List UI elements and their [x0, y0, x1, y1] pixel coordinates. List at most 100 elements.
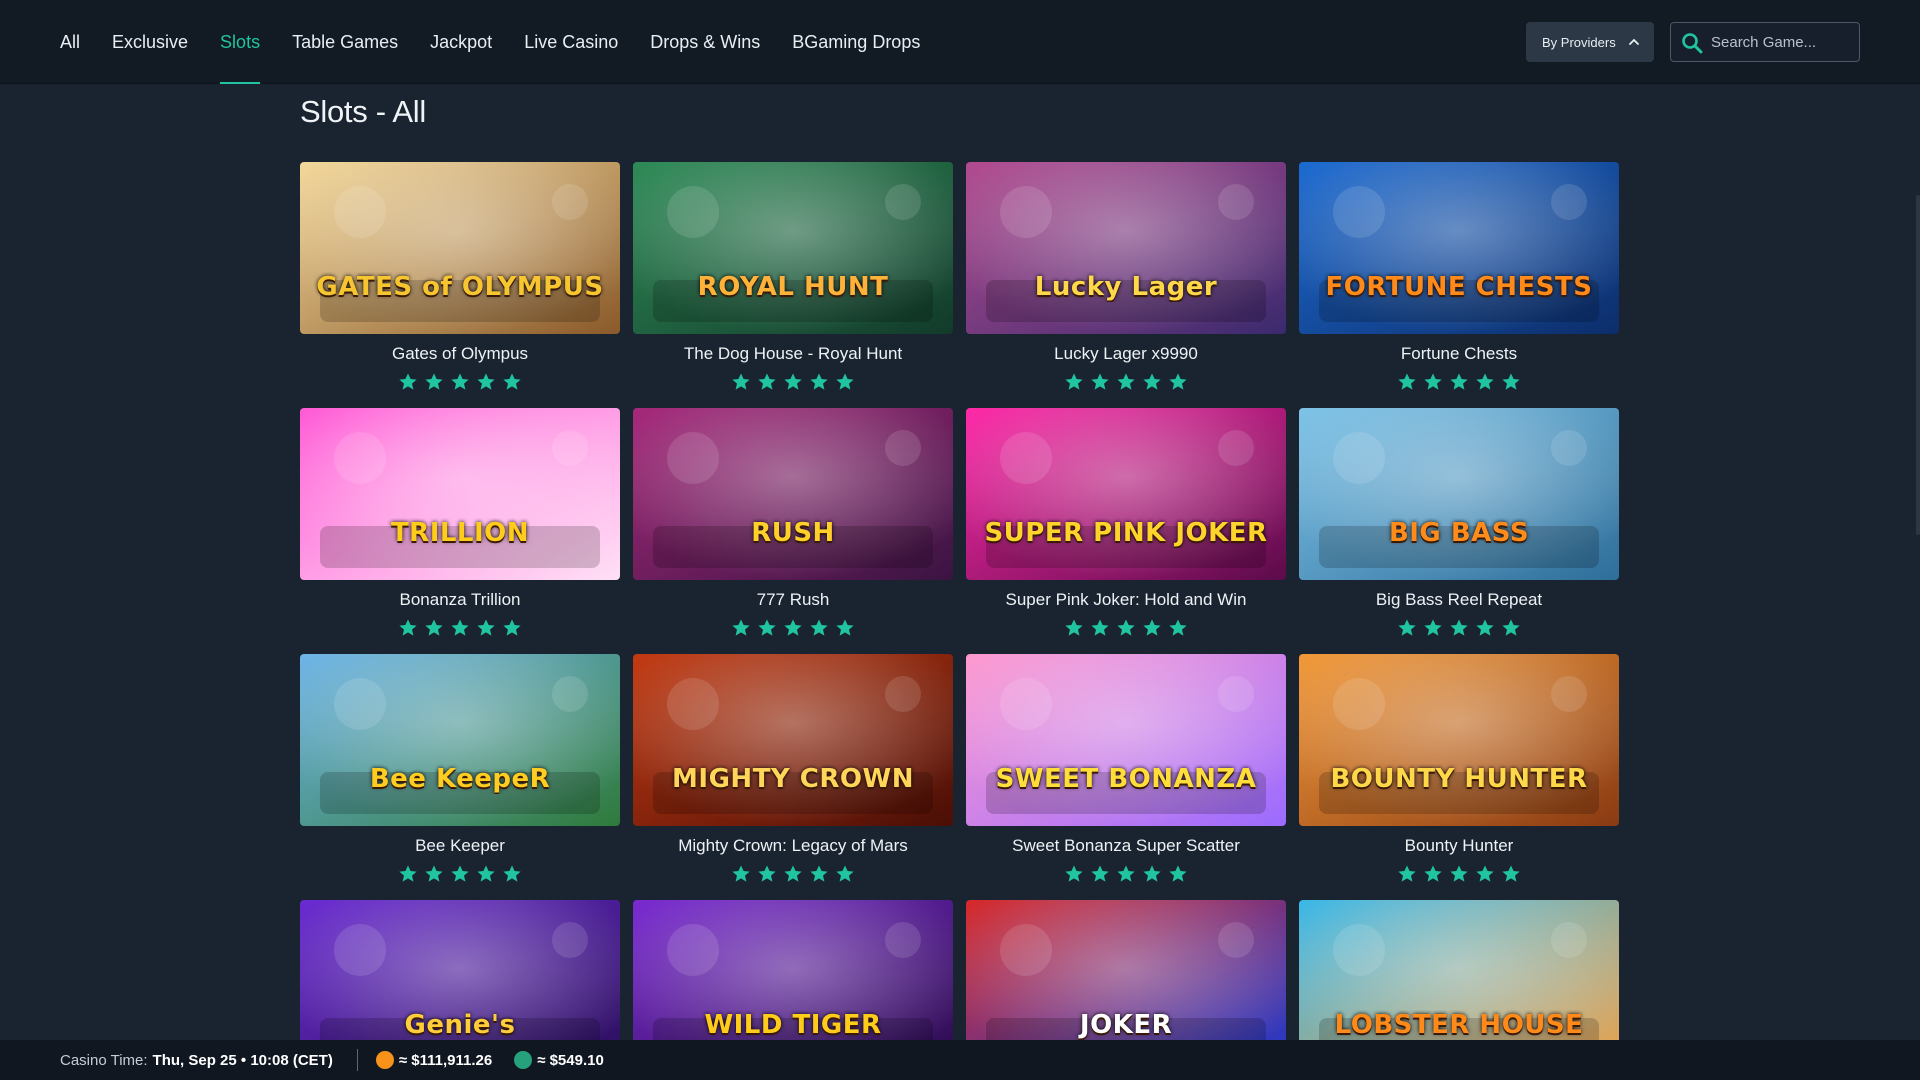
game-logo-art: FORTUNE CHESTS [1325, 272, 1593, 302]
rating-stars [633, 618, 953, 638]
search-icon[interactable] [1681, 32, 1703, 54]
star-icon [451, 373, 469, 390]
game-card[interactable]: Genie's [300, 900, 620, 1040]
star-icon [758, 865, 776, 882]
game-logo-art: BIG BASS [1388, 518, 1530, 548]
game-thumbnail[interactable]: Bee KeepeR [300, 654, 620, 826]
game-card[interactable]: LOBSTER HOUSE [1299, 900, 1619, 1040]
star-icon [503, 619, 521, 636]
star-icon [1398, 865, 1416, 882]
game-card[interactable]: RUSH 777 Rush [633, 408, 953, 638]
game-card[interactable]: WILD TIGER [633, 900, 953, 1040]
game-card[interactable]: BOUNTY HUNTER Bounty Hunter [1299, 654, 1619, 884]
game-card[interactable]: TRILLION Bonanza Trillion [300, 408, 620, 638]
game-title[interactable]: Bounty Hunter [1299, 836, 1619, 858]
search-box[interactable] [1670, 22, 1860, 62]
star-icon [784, 865, 802, 882]
casino-time-value: Thu, Sep 25 • 10:08 (CET) [152, 1051, 333, 1069]
game-thumbnail[interactable]: SWEET BONANZA [966, 654, 1286, 826]
star-icon [784, 619, 802, 636]
providers-dropdown[interactable]: By Providers [1526, 22, 1654, 62]
top-navigation-bar: All Exclusive Slots Table Games Jackpot Live … [0, 0, 1920, 84]
star-icon [425, 865, 443, 882]
game-logo-art: ROYAL HUNT [697, 272, 889, 302]
star-icon [1143, 373, 1161, 390]
game-logo-art: GATES of OLYMPUS [316, 272, 604, 302]
page-scrollbar[interactable] [1916, 195, 1920, 535]
game-thumbnail[interactable]: FORTUNE CHESTS [1299, 162, 1619, 334]
game-title[interactable]: Lucky Lager x9990 [966, 344, 1286, 366]
page-title: Slots - All [300, 94, 426, 129]
status-footer: Casino Time: Thu, Sep 25 • 10:08 (CET) ≈… [0, 1040, 1920, 1080]
star-icon [1143, 865, 1161, 882]
game-card[interactable]: Bee KeepeR Bee Keeper [300, 654, 620, 884]
star-icon [477, 373, 495, 390]
star-icon [1091, 619, 1109, 636]
game-thumbnail[interactable]: Genie's [300, 900, 620, 1040]
game-title[interactable]: Big Bass Reel Repeat [1299, 590, 1619, 612]
game-card[interactable]: GATES of OLYMPUS Gates of Olympus [300, 162, 620, 392]
game-thumbnail[interactable]: MIGHTY CROWN [633, 654, 953, 826]
game-title[interactable]: The Dog House - Royal Hunt [633, 344, 953, 366]
game-card[interactable]: Lucky Lager Lucky Lager x9990 [966, 162, 1286, 392]
star-icon [1065, 373, 1083, 390]
star-icon [451, 865, 469, 882]
star-icon [1091, 865, 1109, 882]
star-icon [1476, 619, 1494, 636]
game-thumbnail[interactable]: ROYAL HUNT [633, 162, 953, 334]
game-card[interactable]: ROYAL HUNT The Dog House - Royal Hunt [633, 162, 953, 392]
tab-exclusive[interactable]: Exclusive [112, 0, 188, 84]
game-thumbnail[interactable]: LOBSTER HOUSE [1299, 900, 1619, 1040]
game-thumbnail[interactable]: SUPER PINK JOKER [966, 408, 1286, 580]
game-logo-art: JOKER [1079, 1010, 1173, 1040]
star-icon [1450, 373, 1468, 390]
game-card[interactable]: SUPER PINK JOKER Super Pink Joker: Hold a… [966, 408, 1286, 638]
game-title[interactable]: Mighty Crown: Legacy of Mars [633, 836, 953, 858]
tab-live-casino[interactable]: Live Casino [524, 0, 618, 84]
star-icon [1065, 865, 1083, 882]
game-thumbnail[interactable]: Lucky Lager [966, 162, 1286, 334]
rating-stars [300, 864, 620, 884]
tab-table-games[interactable]: Table Games [292, 0, 398, 84]
game-card[interactable]: JOKER [966, 900, 1286, 1040]
game-thumbnail[interactable]: BOUNTY HUNTER [1299, 654, 1619, 826]
star-icon [810, 865, 828, 882]
tab-jackpot[interactable]: Jackpot [430, 0, 492, 84]
game-logo-art: BOUNTY HUNTER [1330, 764, 1588, 794]
game-title[interactable]: Fortune Chests [1299, 344, 1619, 366]
tab-drops-wins[interactable]: Drops & Wins [650, 0, 760, 84]
search-input[interactable] [1711, 33, 1851, 51]
star-icon [451, 619, 469, 636]
game-thumbnail[interactable]: BIG BASS [1299, 408, 1619, 580]
game-thumbnail[interactable]: WILD TIGER [633, 900, 953, 1040]
game-title[interactable]: Bee Keeper [300, 836, 620, 858]
game-card[interactable]: MIGHTY CROWN Mighty Crown: Legacy of Mars [633, 654, 953, 884]
games-grid: GATES of OLYMPUS Gates of Olympus ROYAL HU… [300, 162, 1622, 1040]
game-thumbnail[interactable]: JOKER [966, 900, 1286, 1040]
star-icon [1065, 619, 1083, 636]
star-icon [836, 865, 854, 882]
tab-all[interactable]: All [60, 0, 80, 84]
game-card[interactable]: FORTUNE CHESTS Fortune Chests [1299, 162, 1619, 392]
game-thumbnail[interactable]: RUSH [633, 408, 953, 580]
footer-divider [356, 1049, 358, 1071]
star-icon [1169, 373, 1187, 390]
casino-time-label: Casino Time: [60, 1051, 148, 1069]
game-card[interactable]: SWEET BONANZA Sweet Bonanza Super Scatter [966, 654, 1286, 884]
game-thumbnail[interactable]: TRILLION [300, 408, 620, 580]
star-icon [1398, 373, 1416, 390]
btc-rate: ≈ $111,911.26 [398, 1051, 493, 1069]
game-logo-art: MIGHTY CROWN [672, 764, 914, 794]
star-icon [1424, 373, 1442, 390]
game-title[interactable]: Sweet Bonanza Super Scatter [966, 836, 1286, 858]
game-title[interactable]: 777 Rush [633, 590, 953, 612]
game-title[interactable]: Gates of Olympus [300, 344, 620, 366]
game-card[interactable]: BIG BASS Big Bass Reel Repeat [1299, 408, 1619, 638]
star-icon [1502, 865, 1520, 882]
tab-slots[interactable]: Slots [220, 0, 261, 84]
tab-bgaming-drops[interactable]: BGaming Drops [792, 0, 920, 84]
game-title[interactable]: Super Pink Joker: Hold and Win [966, 590, 1286, 612]
star-icon [1117, 619, 1135, 636]
game-title[interactable]: Bonanza Trillion [300, 590, 620, 612]
game-thumbnail[interactable]: GATES of OLYMPUS [300, 162, 620, 334]
